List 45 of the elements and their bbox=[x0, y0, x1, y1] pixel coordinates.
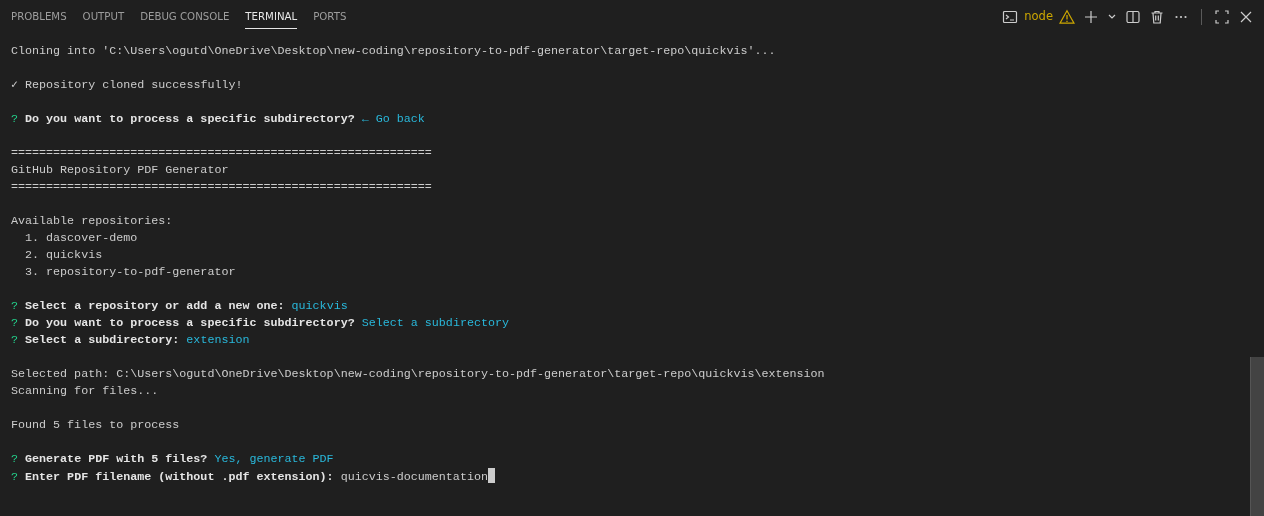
prompt-question: Select a subdirectory: bbox=[25, 333, 180, 347]
scrollbar-thumb[interactable] bbox=[1250, 357, 1264, 516]
text-cursor bbox=[487, 468, 495, 483]
prompt-mark: ? bbox=[11, 470, 18, 484]
output-line: 3. repository-to-pdf-generator bbox=[24, 265, 236, 279]
plus-icon[interactable] bbox=[1083, 8, 1099, 25]
panel-tab[interactable]: DEBUG CONSOLE bbox=[140, 4, 230, 29]
prompt-answer: ← Go back bbox=[361, 112, 425, 126]
prompt-answer: extension bbox=[186, 333, 250, 347]
trash-icon[interactable] bbox=[1149, 8, 1165, 25]
prompt-mark: ? bbox=[11, 112, 18, 126]
prompt-mark: ? bbox=[11, 452, 18, 466]
prompt-question: Select a repository or add a new one: bbox=[25, 299, 285, 313]
output-line: Found 5 files to process bbox=[11, 418, 180, 432]
panel-tab[interactable]: OUTPUT bbox=[82, 4, 125, 29]
panel-tab[interactable]: PORTS bbox=[313, 4, 347, 29]
prompt-answer: Yes, generate PDF bbox=[214, 452, 334, 466]
output-line: Scanning for files... bbox=[11, 384, 159, 398]
split-icon[interactable] bbox=[1125, 8, 1141, 25]
terminal-name[interactable]: node bbox=[1024, 7, 1053, 26]
typed-input[interactable]: quicvis-documentation bbox=[340, 470, 488, 484]
output-line: Available repositories: bbox=[11, 214, 173, 228]
output-line: ============================================================ bbox=[11, 146, 432, 160]
output-line: GitHub Repository PDF Generator bbox=[11, 163, 229, 177]
warning-icon[interactable] bbox=[1059, 8, 1075, 25]
panel-tab[interactable]: PROBLEMS bbox=[11, 4, 67, 29]
output-line: Repository cloned successfully! bbox=[25, 78, 243, 92]
panel-tab[interactable]: TERMINAL bbox=[245, 4, 298, 29]
output-line: Cloning into 'C:\Users\ogutd\OneDrive\Desktop\new-coding\repository-to-pdf-generator\target-repo\quickvis'... bbox=[11, 44, 776, 58]
terminal-icon[interactable] bbox=[1002, 8, 1019, 25]
output-line: Selected path: C:\Users\ogutd\OneDrive\Desktop\new-coding\repository-to-pdf-generator\target-repo\quickvis\extension bbox=[11, 367, 825, 381]
prompt-answer: quickvis bbox=[291, 299, 348, 313]
prompt-question: Enter PDF filename (without .pdf extension): bbox=[25, 470, 334, 484]
output-line: ============================================================ bbox=[11, 180, 432, 194]
prompt-answer: Select a subdirectory bbox=[361, 316, 509, 330]
prompt-mark: ? bbox=[11, 299, 18, 313]
output-line: 1. dascover-demo bbox=[24, 231, 138, 245]
prompt-mark: ? bbox=[11, 333, 18, 347]
prompt-question: Generate PDF with 5 files? bbox=[25, 452, 208, 466]
maximize-icon[interactable] bbox=[1214, 8, 1230, 25]
prompt-question: Do you want to process a specific subdirectory? bbox=[25, 316, 355, 330]
prompt-mark: ? bbox=[11, 316, 18, 330]
check-mark: ✓ bbox=[11, 78, 19, 92]
output-line: 2. quickvis bbox=[24, 248, 103, 262]
prompt-question: Do you want to process a specific subdirectory? bbox=[25, 112, 355, 126]
